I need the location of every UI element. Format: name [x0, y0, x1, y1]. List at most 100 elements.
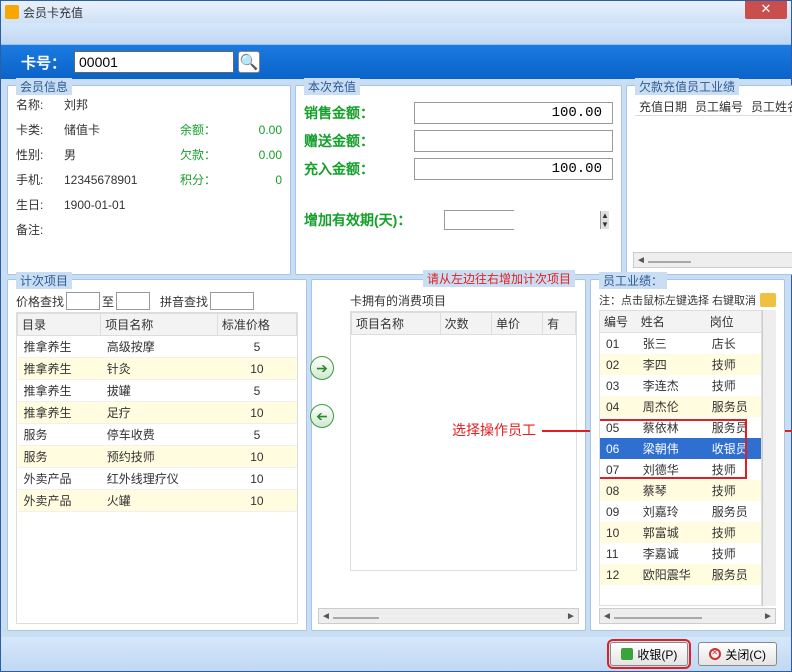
debt-perf-header: 充值日期 员工编号 员工姓名 [635, 96, 792, 116]
search-icon: 🔍 [240, 53, 259, 71]
rc-sale-input[interactable] [414, 102, 613, 124]
debt-perf-hscroll[interactable]: ◄ ► [633, 252, 792, 268]
scroll-left-icon[interactable]: ◄ [634, 255, 648, 266]
employee-panel: 员工业绩： 注：点击鼠标左键选择 右键取消 编号姓名岗位 01张三店长02李四技… [590, 279, 785, 631]
app-icon [5, 5, 19, 19]
window-title: 会员卡充值 [23, 4, 83, 21]
table-row[interactable]: 03李连杰技师 [600, 375, 761, 396]
debt-perf-panel: 欠款充值员工业绩 充值日期 员工编号 员工姓名 ◄ ► [626, 85, 792, 275]
cardno-input[interactable] [74, 51, 234, 73]
mi-name: 刘邦 [64, 96, 174, 113]
rc-in-label: 充入金额： [304, 159, 414, 179]
recharge-title: 本次充值 [304, 78, 360, 95]
scroll-left-icon[interactable]: ◄ [600, 611, 614, 622]
cardno-bar: 卡号： 🔍 [1, 45, 791, 79]
window-close-button[interactable]: ✕ [745, 1, 787, 19]
annotation-text: 选择操作员工 [452, 420, 536, 440]
table-row[interactable]: 推拿养生高级按摩5 [18, 336, 297, 358]
owned-items-panel: 请从左边往右增加计次项目 ➔ ➔ 卡拥有的消费项目 项目名称 次数 [311, 279, 586, 631]
mi-note-label: 备注: [16, 221, 64, 238]
rc-valid-input[interactable] [445, 211, 600, 229]
table-row[interactable]: 04周杰伦服务员 [600, 396, 761, 417]
count-items-table[interactable]: 目录项目名称标准价格 推拿养生高级按摩5推拿养生针灸10推拿养生拔罐5推拿养生足… [16, 312, 298, 624]
mi-tel-label: 手机: [16, 171, 64, 188]
cardno-label: 卡号： [21, 52, 66, 73]
employee-note: 注：点击鼠标左键选择 右键取消 [599, 290, 776, 310]
employee-table[interactable]: 编号姓名岗位 01张三店长02李四技师03李连杰技师04周杰伦服务员05蔡依林服… [599, 310, 762, 606]
close-button[interactable]: 关闭(C) [698, 642, 777, 666]
remove-left-button[interactable]: ➔ [310, 404, 334, 428]
table-row[interactable]: 07刘德华技师 [600, 459, 761, 480]
mi-bday-label: 生日: [16, 196, 64, 213]
arrow-right-icon: ➔ [316, 360, 328, 377]
scroll-right-icon[interactable]: ► [564, 611, 578, 622]
table-row[interactable]: 05蔡依林服务员 [600, 417, 761, 438]
table-row[interactable]: 01张三店长 [600, 333, 761, 355]
mi-name-label: 名称: [16, 96, 64, 113]
rc-sale-label: 销售金额： [304, 103, 414, 123]
toolbar-strip [1, 23, 791, 45]
table-row[interactable]: 推拿养生针灸10 [18, 358, 297, 380]
mi-debt-label: 欠款： [174, 146, 222, 163]
rc-gift-input[interactable] [414, 130, 613, 152]
employee-vscroll[interactable] [762, 310, 776, 606]
rc-valid-label: 增加有效期(天)： [304, 210, 444, 230]
price-to-input[interactable] [116, 292, 150, 310]
mi-sex: 男 [64, 146, 174, 163]
scroll-right-icon[interactable]: ► [761, 611, 775, 622]
table-row[interactable]: 服务预约技师10 [18, 446, 297, 468]
rc-valid-spinner[interactable]: ▲▼ [444, 210, 514, 230]
member-info-panel: 会员信息 名称: 刘邦 卡类: 储值卡 余额： 0.00 性别: 男 欠款： 0… [7, 85, 291, 275]
mi-debt: 0.00 [222, 148, 282, 162]
price-from-input[interactable] [66, 292, 100, 310]
cash-icon [621, 648, 633, 660]
table-row[interactable]: 06梁朝伟收银员 [600, 438, 761, 459]
debt-perf-title: 欠款充值员工业绩 [635, 78, 739, 95]
pinyin-search-label: 拼音查找 [160, 293, 208, 310]
mi-type-label: 卡类: [16, 121, 64, 138]
owned-items-table[interactable]: 项目名称 次数 单价 有 [350, 311, 577, 571]
price-search-label: 价格查找 [16, 293, 64, 310]
employee-title: 员工业绩： [599, 272, 667, 289]
mi-balance-label: 余额： [174, 121, 222, 138]
mi-bday: 1900-01-01 [64, 198, 174, 212]
owned-hscroll[interactable]: ◄ ► [318, 608, 579, 624]
scroll-left-icon[interactable]: ◄ [319, 611, 333, 622]
count-items-panel: 计次项目 价格查找 至 拼音查找 目录项目名称标准价格 推拿养生高级按摩5推拿养… [7, 279, 307, 631]
table-row[interactable]: 推拿养生拔罐5 [18, 380, 297, 402]
count-items-title: 计次项目 [16, 272, 72, 289]
table-row[interactable]: 08蔡琴技师 [600, 480, 761, 501]
table-row[interactable]: 11李嘉诚技师 [600, 543, 761, 564]
table-row[interactable]: 10郭富城技师 [600, 522, 761, 543]
recharge-panel: 本次充值 销售金额： 赠送金额： 充入金额： 增加有效期(天)： ▲▼ [295, 85, 622, 275]
mi-type: 储值卡 [64, 121, 174, 138]
rc-gift-label: 赠送金额： [304, 131, 414, 151]
employee-hscroll[interactable]: ◄ ► [599, 608, 776, 624]
spin-up-icon[interactable]: ▲ [600, 211, 609, 220]
table-row[interactable]: 外卖产品红外线理疗仪10 [18, 468, 297, 490]
table-row[interactable]: 推拿养生足疗10 [18, 402, 297, 424]
table-row[interactable]: 12欧阳震华服务员 [600, 564, 761, 585]
add-right-button[interactable]: ➔ [310, 356, 334, 380]
search-button[interactable]: 🔍 [238, 51, 260, 73]
close-icon [709, 648, 721, 660]
rc-in-input[interactable] [414, 158, 613, 180]
cashier-button[interactable]: 收银(P) [610, 642, 688, 666]
window: 会员卡充值 ✕ 卡号： 🔍 会员信息 名称: 刘邦 卡类: 储值卡 余额： 0.… [0, 0, 792, 672]
mi-balance: 0.00 [222, 123, 282, 137]
spin-down-icon[interactable]: ▼ [600, 220, 609, 229]
table-row[interactable]: 外卖产品火罐10 [18, 490, 297, 512]
table-row[interactable]: 02李四技师 [600, 354, 761, 375]
owned-items-label: 卡拥有的消费项目 [350, 290, 577, 311]
mi-tel: 12345678901 [64, 173, 174, 187]
add-hint: 请从左边往右增加计次项目 [423, 270, 575, 287]
mi-points: 0 [222, 173, 282, 187]
member-info-title: 会员信息 [16, 78, 72, 95]
table-row[interactable]: 服务停车收费5 [18, 424, 297, 446]
titlebar: 会员卡充值 ✕ [1, 1, 791, 23]
pinyin-search-input[interactable] [210, 292, 254, 310]
mi-sex-label: 性别: [16, 146, 64, 163]
table-row[interactable]: 09刘嘉玲服务员 [600, 501, 761, 522]
arrow-left-icon: ➔ [316, 408, 328, 425]
body: 会员信息 名称: 刘邦 卡类: 储值卡 余额： 0.00 性别: 男 欠款： 0… [1, 79, 791, 637]
